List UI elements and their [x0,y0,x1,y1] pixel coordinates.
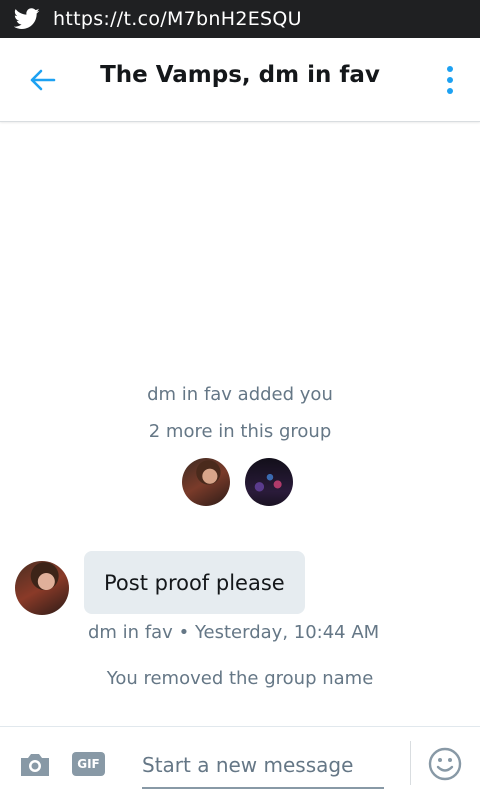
camera-button[interactable] [18,751,52,779]
more-vertical-icon [447,66,453,72]
sender-avatar[interactable] [15,561,69,615]
message-input[interactable]: Start a new message [142,743,384,789]
status-bar: https://t.co/M7bnH2ESQU [0,0,480,38]
system-message-removed: You removed the group name [106,668,374,689]
message-time: Yesterday, 10:44 AM [194,622,380,643]
twitter-bird-icon [14,8,40,30]
message-input-placeholder: Start a new message [142,753,354,777]
group-avatars[interactable] [182,458,293,506]
conversation-title: The Vamps, dm in fav [100,62,380,88]
emoji-button[interactable] [428,747,462,781]
system-message-added: dm in fav added you [147,384,333,405]
message-text: Post proof please [104,570,285,595]
meta-separator: • [178,622,190,643]
camera-icon [21,754,49,776]
gif-button[interactable]: GIF [72,752,105,776]
more-options-button[interactable] [442,62,458,98]
avatar[interactable] [245,458,293,506]
message-meta: dm in fav • Yesterday, 10:44 AM [88,622,379,643]
notification-text: https://t.co/M7bnH2ESQU [53,8,302,30]
message-bubble[interactable]: Post proof please [84,551,305,614]
conversation-header: The Vamps, dm in fav [0,38,480,122]
avatar[interactable] [182,458,230,506]
divider [410,741,411,785]
message-composer: GIF Start a new message [0,726,480,800]
system-message-members[interactable]: 2 more in this group [0,421,480,442]
message-sender: dm in fav [88,622,173,643]
emoji-icon [428,747,462,781]
